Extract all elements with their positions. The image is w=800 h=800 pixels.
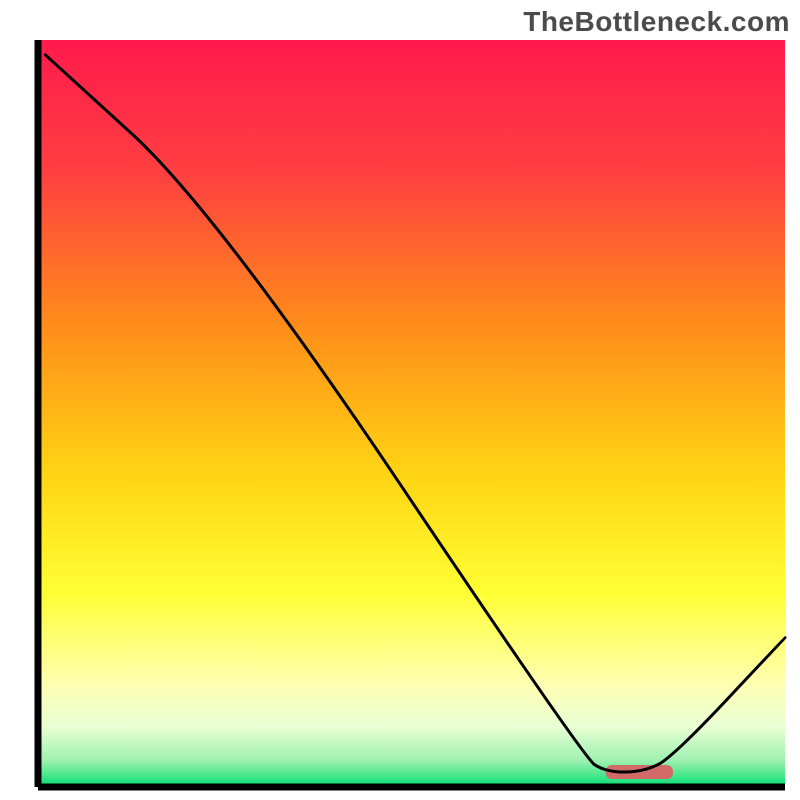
- watermark-text: TheBottleneck.com: [523, 6, 790, 38]
- bottleneck-chart: [0, 0, 800, 800]
- chart-stage: TheBottleneck.com: [0, 0, 800, 800]
